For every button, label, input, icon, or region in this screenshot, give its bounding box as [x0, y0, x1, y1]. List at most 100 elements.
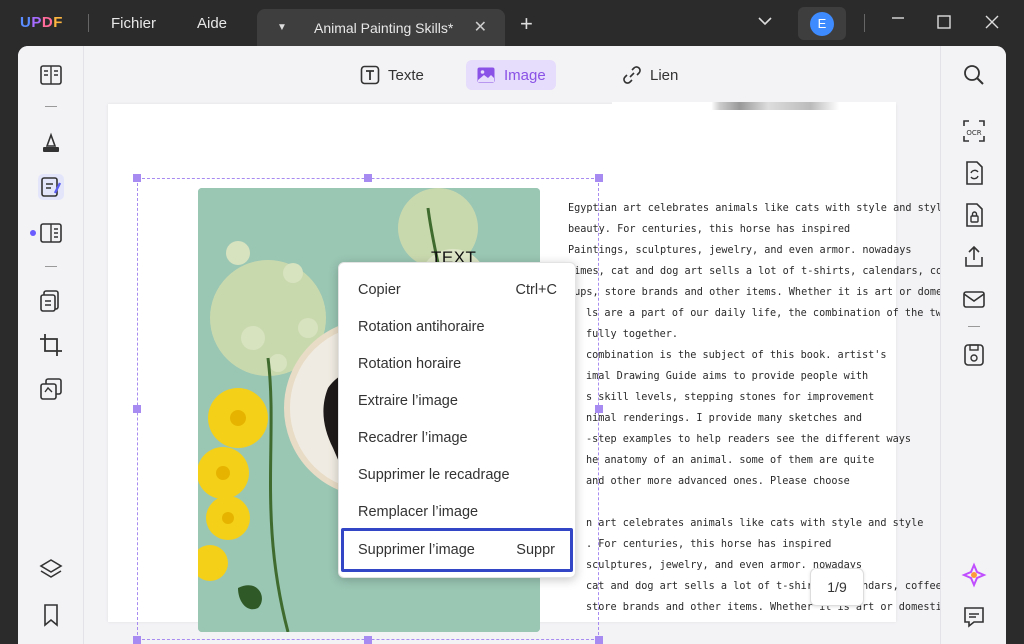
protect-pdf-icon[interactable]	[961, 202, 987, 228]
account-button[interactable]: E	[798, 7, 846, 40]
share-icon[interactable]	[961, 244, 987, 270]
logo-letter: P	[31, 14, 42, 31]
chevron-down-icon[interactable]	[758, 13, 772, 29]
protect-icon[interactable]	[38, 376, 64, 402]
reader-icon[interactable]	[38, 62, 64, 88]
convert-icon[interactable]	[961, 160, 987, 186]
text-line: Times, cat and dog art sells a lot of t-…	[568, 266, 940, 277]
text-line: ls are a part of our daily life, the com…	[586, 308, 940, 319]
menu-item-copy[interactable]: Copier Ctrl+C	[339, 272, 577, 309]
title-bar: UPDF Fichier Aide ▼ Animal Painting Skil…	[0, 0, 1024, 46]
menu-item-label: Extraire l’image	[358, 393, 458, 409]
image-tool-button[interactable]: Image	[466, 60, 556, 90]
highlighter-icon[interactable]	[38, 130, 64, 156]
new-tab-icon[interactable]: +	[520, 11, 533, 37]
menu-item-remove-crop[interactable]: Supprimer le recadrage	[339, 457, 577, 494]
resize-handle[interactable]	[133, 174, 141, 182]
text-tool-label: Texte	[388, 66, 424, 84]
logo-letter: F	[53, 14, 63, 31]
text-line: beauty. For centuries, this horse has in…	[568, 224, 851, 235]
save-icon[interactable]	[961, 342, 987, 368]
text-line: fully together.	[586, 329, 679, 340]
logo-letter: U	[20, 14, 32, 31]
email-icon[interactable]	[961, 286, 987, 312]
menu-aide[interactable]: Aide	[197, 15, 227, 32]
text-tool-button[interactable]: Texte	[350, 60, 434, 90]
menu-item-extract-image[interactable]: Extraire l’image	[339, 383, 577, 420]
image-context-menu: Copier Ctrl+C Rotation antihoraire Rotat…	[338, 262, 576, 578]
text-line: -step examples to help readers see the d…	[586, 434, 912, 445]
page-top-image-edge	[612, 102, 896, 110]
resize-handle[interactable]	[595, 636, 603, 644]
document-tab[interactable]: ▼ Animal Painting Skills* ✕	[257, 9, 505, 46]
menu-item-label: Copier	[358, 282, 401, 298]
page-body-text[interactable]: Egyptian art celebrates animals like cat…	[568, 198, 940, 618]
menu-item-shortcut: Ctrl+C	[515, 282, 558, 298]
link-icon	[623, 66, 641, 84]
image-tool-label: Image	[504, 66, 546, 84]
text-line: Egyptian art celebrates animals like cat…	[568, 203, 940, 214]
text-line: nimal renderings. I provide many sketche…	[586, 413, 863, 424]
comment-icon[interactable]	[961, 604, 987, 630]
right-toolbar: OCR	[940, 46, 1006, 644]
logo-letter: D	[41, 14, 54, 31]
menu-item-label: Supprimer le recadrage	[358, 467, 510, 483]
text-line: n art celebrates animals like cats with …	[586, 518, 924, 529]
text-line: and other more advanced ones. Please cho…	[586, 476, 850, 487]
page-tools-icon[interactable]	[38, 288, 64, 314]
menu-item-label: Remplacer l’image	[358, 504, 479, 520]
menu-item-rotate-cw[interactable]: Rotation horaire	[339, 346, 577, 383]
menu-item-label: Rotation antihoraire	[358, 319, 485, 335]
search-icon[interactable]	[961, 62, 987, 88]
text-line: he anatomy of an animal. some of them ar…	[586, 455, 875, 466]
maximize-icon[interactable]	[937, 15, 951, 34]
text-line: imal Drawing Guide aims to provide peopl…	[586, 371, 869, 382]
text-line: . For centuries, this horse has inspired	[586, 539, 832, 550]
link-tool-label: Lien	[650, 66, 679, 84]
link-tool-button[interactable]: Lien	[612, 60, 688, 90]
divider	[45, 106, 57, 107]
edit-toolbar: Texte Image Lien	[84, 46, 940, 102]
layers-icon[interactable]	[38, 556, 64, 582]
divider	[864, 14, 865, 32]
minimize-icon[interactable]	[890, 10, 906, 31]
menu-item-delete-image[interactable]: Supprimer l’image Suppr	[341, 528, 573, 572]
text-line: Cups, store brands and other items. Whet…	[568, 287, 940, 298]
bookmark-icon[interactable]	[38, 602, 64, 628]
ocr-icon[interactable]: OCR	[961, 118, 987, 144]
resize-handle[interactable]	[133, 636, 141, 644]
divider	[88, 14, 89, 32]
text-icon	[360, 65, 380, 85]
resize-handle[interactable]	[364, 174, 372, 182]
close-tab-icon[interactable]: ✕	[474, 17, 487, 37]
menu-item-crop-image[interactable]: Recadrer l’image	[339, 420, 577, 457]
svg-text:OCR: OCR	[966, 129, 981, 137]
menu-fichier[interactable]: Fichier	[111, 15, 156, 32]
text-line: s skill levels, stepping stones for impr…	[586, 392, 875, 403]
text-line: combination is the subject of this book.…	[586, 350, 887, 361]
resize-handle[interactable]	[364, 636, 372, 644]
tab-title: Animal Painting Skills*	[314, 20, 454, 36]
organize-pages-icon[interactable]	[38, 220, 64, 246]
menu-item-replace-image[interactable]: Remplacer l’image	[339, 494, 577, 531]
active-indicator	[30, 230, 36, 236]
menu-item-label: Supprimer l’image	[358, 542, 475, 558]
page-indicator[interactable]: 1/9	[810, 568, 864, 606]
image-icon	[477, 67, 495, 83]
menu-item-rotate-ccw[interactable]: Rotation antihoraire	[339, 309, 577, 346]
menu-item-label: Recadrer l’image	[358, 430, 468, 446]
avatar: E	[810, 12, 834, 36]
menu-item-label: Rotation horaire	[358, 356, 462, 372]
menu-item-shortcut: Suppr	[516, 542, 555, 558]
resize-handle[interactable]	[133, 405, 141, 413]
updf-logo[interactable]: UPDF	[20, 14, 63, 31]
edit-pdf-icon[interactable]	[38, 174, 64, 200]
ai-assistant-icon[interactable]	[961, 562, 987, 588]
text-line: Paintings, sculptures, jewelry, and even…	[568, 245, 912, 256]
tab-dropdown-icon[interactable]: ▼	[277, 22, 287, 33]
close-window-icon[interactable]	[984, 14, 1000, 35]
resize-handle[interactable]	[595, 174, 603, 182]
divider	[45, 266, 57, 267]
crop-icon[interactable]	[38, 332, 64, 358]
text-line	[568, 492, 898, 513]
